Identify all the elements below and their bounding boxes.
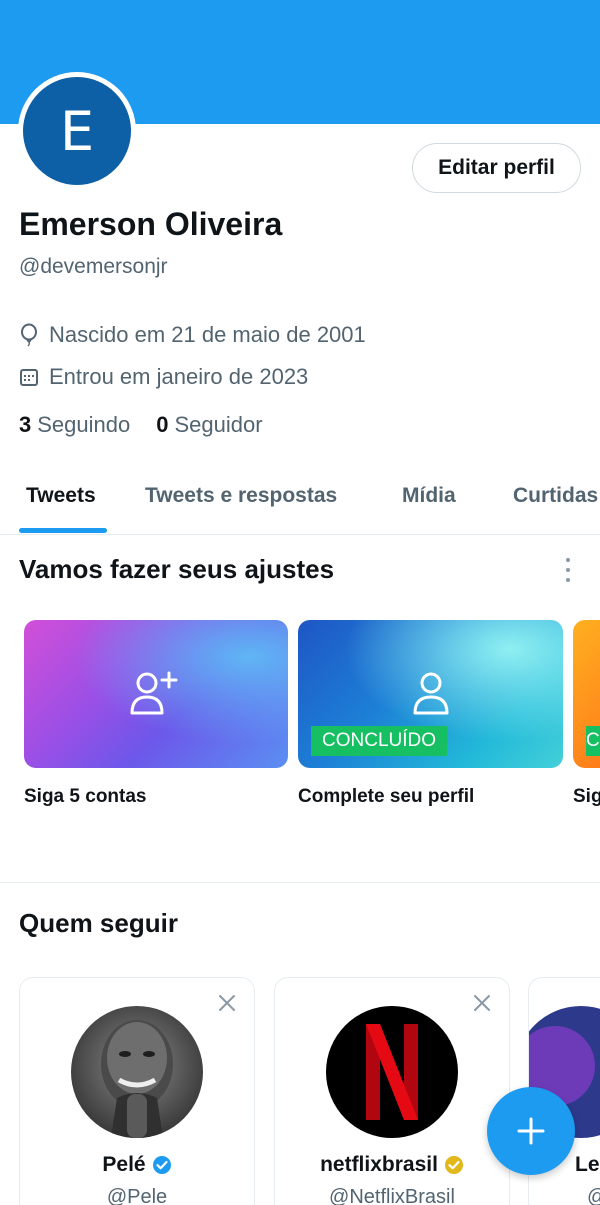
setup-card-follow[interactable] — [24, 620, 288, 768]
suggestion-handle: @Pele — [106, 1186, 168, 1205]
follow-stats: 3 Seguindo 0 Seguidor — [19, 412, 263, 438]
suggestion-name: Pelé — [20, 1153, 254, 1177]
user-icon — [413, 672, 448, 715]
tab-tweets-replies[interactable]: Tweets e respostas — [145, 484, 337, 508]
setup-card-follow-label: Siga 5 contas — [24, 786, 147, 807]
profile-tabs: Tweets Tweets e respostas Mídia Curtidas — [0, 462, 600, 535]
profile-handle: @devemersonjr — [19, 255, 168, 278]
suggestion-name-text: netflixbrasil — [320, 1153, 438, 1176]
plus-icon — [517, 1117, 545, 1145]
compose-tweet-button[interactable] — [487, 1087, 575, 1175]
edit-profile-button[interactable]: Editar perfil — [412, 143, 581, 193]
suggestion-handle: @ — [529, 1186, 600, 1205]
who-to-follow-title: Quem seguir — [19, 908, 178, 938]
setup-card-partial[interactable]: C — [573, 620, 600, 768]
follow-suggestion-card[interactable]: netflixbrasil @NetflixBrasil — [274, 977, 510, 1205]
following-count: 3 — [19, 412, 32, 437]
setup-card-profile[interactable]: CONCLUÍDO — [298, 620, 563, 768]
tab-likes[interactable]: Curtidas — [513, 484, 598, 508]
completed-badge: CONCLUÍDO — [311, 726, 448, 756]
close-icon[interactable] — [216, 992, 238, 1014]
profile-name: Emerson Oliveira — [19, 206, 283, 242]
suggestion-name-text: Pelé — [102, 1153, 146, 1176]
profile-avatar[interactable]: E — [18, 72, 136, 190]
birth-date-text: Nascido em 21 de maio de 2001 — [49, 322, 366, 347]
avatar-letter: E — [23, 77, 131, 185]
suggestion-handle: @NetflixBrasil — [329, 1186, 455, 1205]
following-link[interactable]: 3 Seguindo — [19, 412, 130, 438]
verified-badge-icon — [152, 1156, 171, 1174]
completed-badge-partial: C — [586, 726, 600, 756]
joined-date-row: Entrou em janeiro de 2023 — [19, 364, 308, 390]
section-divider — [0, 882, 600, 883]
setup-section-title: Vamos fazer seus ajustes — [19, 554, 335, 584]
followers-label: Seguidor — [174, 412, 263, 437]
balloon-icon — [21, 323, 37, 347]
followers-link[interactable]: 0 Seguidor — [156, 412, 262, 438]
following-label: Seguindo — [37, 412, 131, 437]
tab-media[interactable]: Mídia — [402, 484, 456, 508]
follow-suggestion-card[interactable]: Pelé @Pele — [19, 977, 255, 1205]
tab-tweets[interactable]: Tweets — [26, 484, 96, 508]
more-options-icon[interactable] — [560, 558, 576, 582]
pele-avatar — [71, 1006, 203, 1138]
close-icon[interactable] — [471, 992, 493, 1014]
joined-date-text: Entrou em janeiro de 2023 — [49, 364, 309, 389]
setup-card-profile-label: Complete seu perfil — [298, 786, 475, 807]
suggestion-name: netflixbrasil — [275, 1153, 509, 1177]
add-user-icon — [130, 671, 178, 715]
active-tab-indicator — [19, 528, 107, 533]
verified-gold-badge-icon — [444, 1156, 463, 1174]
setup-card-partial-label: Sig — [573, 786, 600, 807]
birth-date-row: Nascido em 21 de maio de 2001 — [19, 322, 366, 348]
followers-count: 0 — [156, 412, 169, 437]
calendar-icon — [20, 369, 38, 386]
netflix-logo-avatar — [326, 1006, 458, 1138]
